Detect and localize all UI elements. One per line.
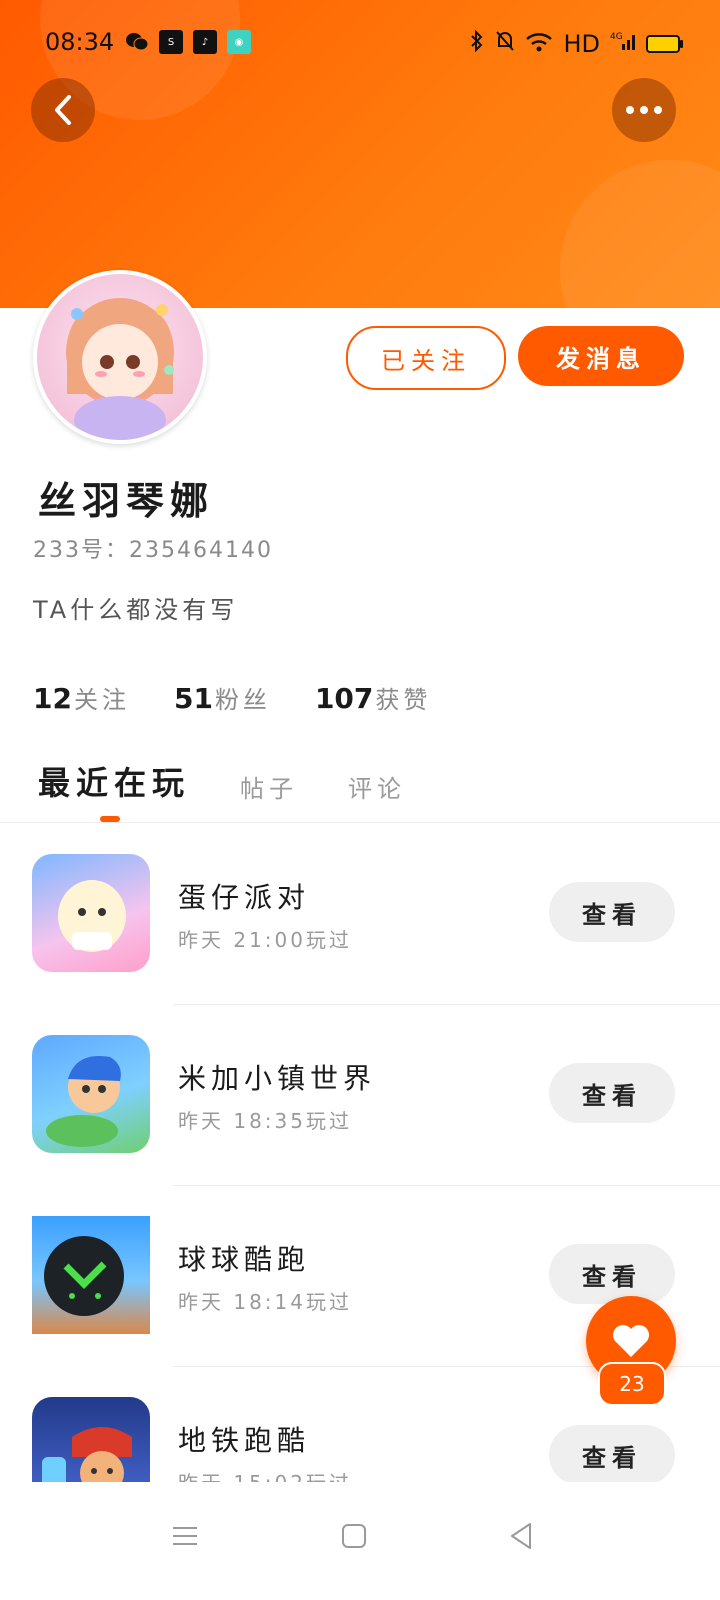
app-icon: ◉ (227, 30, 251, 54)
game-name: 球球酷跑 (178, 1243, 311, 1276)
chevron-left-icon (55, 95, 71, 125)
svg-text:4G: 4G (610, 32, 623, 42)
game-icon-eggy-party (32, 854, 150, 972)
profile-uid: 233号：235464140 (33, 538, 273, 563)
tab-divider (0, 822, 720, 823)
game-name: 地铁跑酷 (178, 1424, 311, 1457)
network-type-label: HD (563, 30, 600, 58)
stat-fans-count: 51 (173, 682, 213, 715)
battery-icon (646, 35, 683, 53)
back-button[interactable] (31, 78, 95, 142)
view-game-button[interactable]: 查看 (549, 882, 675, 942)
stat-fans[interactable]: 51粉丝 (174, 680, 271, 715)
game-last-played: 昨天 15:02玩过 (178, 1467, 352, 1482)
profile-tabs: 最近在玩 帖子 评论 (38, 758, 406, 804)
view-game-button[interactable]: 查看 (549, 1063, 675, 1123)
stat-likes[interactable]: 107获赞 (315, 680, 431, 715)
game-name: 米加小镇世界 (178, 1062, 377, 1095)
stat-likes-count: 107 (314, 682, 374, 715)
game-last-played: 昨天 18:35玩过 (178, 1109, 352, 1133)
stat-likes-label: 获赞 (375, 686, 432, 714)
game-icon-subway-surfers (32, 1397, 150, 1482)
profile-name: 丝羽琴娜 (38, 479, 215, 523)
game-icon-miga-town (32, 1035, 150, 1153)
bluetooth-icon (469, 29, 485, 58)
stat-following-label: 关注 (73, 686, 130, 714)
soul-icon: S (159, 30, 183, 54)
profile-header-banner: 08:34 S ♪ ◉ HD 4G (0, 0, 720, 308)
list-item[interactable]: 米加小镇世界 昨天 18:35玩过 查看 (0, 1005, 720, 1186)
status-bar: 08:34 S ♪ ◉ HD 4G (0, 18, 720, 68)
heart-icon (613, 1325, 649, 1357)
back-triangle-icon[interactable] (497, 1512, 545, 1560)
avatar-illustration (66, 298, 174, 440)
menu-icon[interactable] (161, 1512, 209, 1560)
signal-icon: 4G (610, 30, 636, 58)
stat-following[interactable]: 12关注 (33, 680, 130, 715)
view-game-button[interactable]: 查看 (549, 1244, 675, 1304)
status-time: 08:34 (45, 28, 115, 56)
more-options-button[interactable] (612, 78, 676, 142)
status-right-icons: HD 4G (469, 29, 683, 58)
tiktok-icon: ♪ (193, 30, 217, 54)
send-message-button[interactable]: 发消息 (518, 326, 684, 386)
game-last-played: 昨天 18:14玩过 (178, 1290, 352, 1314)
game-icon-ball-run (32, 1216, 150, 1334)
game-name: 蛋仔派对 (178, 881, 311, 914)
wifi-icon (525, 30, 553, 58)
avatar[interactable] (33, 270, 207, 444)
view-game-button[interactable]: 查看 (549, 1425, 675, 1482)
list-item[interactable]: 蛋仔派对 昨天 21:00玩过 查看 (0, 824, 720, 1005)
stat-fans-label: 粉丝 (214, 686, 271, 714)
game-last-played: 昨天 21:00玩过 (178, 928, 352, 952)
following-button[interactable]: 已关注 (346, 326, 506, 390)
mute-bell-icon (495, 30, 515, 58)
tab-comments[interactable]: 评论 (348, 769, 406, 804)
status-app-icons: S ♪ ◉ (125, 30, 251, 54)
system-navigation-bar (0, 1482, 720, 1600)
like-count-badge: 23 (598, 1362, 666, 1406)
tab-posts[interactable]: 帖子 (240, 769, 298, 804)
tab-recently-played[interactable]: 最近在玩 (38, 758, 190, 804)
stat-following-count: 12 (33, 682, 72, 715)
profile-bio: TA什么都没有写 (33, 596, 239, 624)
wechat-icon (125, 30, 149, 54)
home-icon[interactable] (330, 1512, 378, 1560)
profile-stats: 12关注 51粉丝 107获赞 (33, 680, 431, 715)
more-dots-icon (626, 106, 662, 114)
